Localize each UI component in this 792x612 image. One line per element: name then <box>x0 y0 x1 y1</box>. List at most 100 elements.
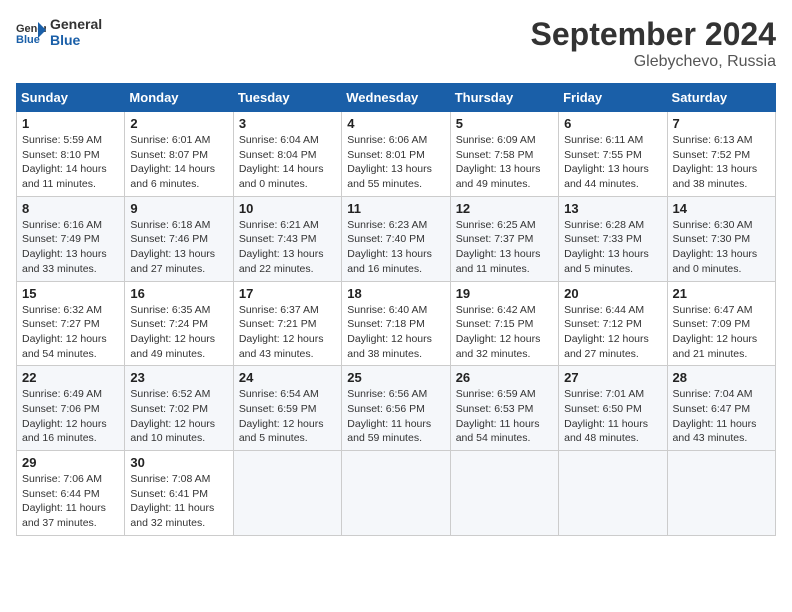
calendar-cell <box>667 451 775 536</box>
day-number: 4 <box>347 116 444 131</box>
calendar-cell: 13 Sunrise: 6:28 AMSunset: 7:33 PMDayligh… <box>559 196 667 281</box>
page-header: General Blue General Blue September 2024… <box>16 16 776 71</box>
day-info: Sunrise: 6:44 AMSunset: 7:12 PMDaylight:… <box>564 303 661 362</box>
location-title: Glebychevo, Russia <box>531 53 776 71</box>
calendar-cell: 9Sunrise: 6:18 AMSunset: 7:46 PMDaylight… <box>125 196 233 281</box>
day-info: Sunrise: 6:04 AMSunset: 8:04 PMDaylight:… <box>239 133 336 192</box>
day-info: Sunrise: 5:59 AMSunset: 8:10 PMDaylight:… <box>22 133 119 192</box>
day-number: 30 <box>130 455 227 470</box>
title-section: September 2024 Glebychevo, Russia <box>531 16 776 71</box>
day-number: 24 <box>239 370 336 385</box>
calendar-cell: 25 Sunrise: 6:56 AMSunset: 6:56 PMDayligh… <box>342 366 450 451</box>
calendar-cell: 3 Sunrise: 6:04 AMSunset: 8:04 PMDaylight… <box>233 112 341 197</box>
day-number: 27 <box>564 370 661 385</box>
day-number: 3 <box>239 116 336 131</box>
calendar-cell <box>450 451 558 536</box>
calendar-week-row: 22 Sunrise: 6:49 AMSunset: 7:06 PMDayligh… <box>17 366 776 451</box>
calendar-cell: 18 Sunrise: 6:40 AMSunset: 7:18 PMDayligh… <box>342 281 450 366</box>
day-number: 17 <box>239 286 336 301</box>
logo-text-blue: Blue <box>50 32 102 48</box>
day-info: Sunrise: 6:28 AMSunset: 7:33 PMDaylight:… <box>564 218 661 277</box>
day-number: 2 <box>130 116 227 131</box>
calendar-cell <box>559 451 667 536</box>
calendar-cell: 14 Sunrise: 6:30 AMSunset: 7:30 PMDayligh… <box>667 196 775 281</box>
day-info: Sunrise: 6:35 AMSunset: 7:24 PMDaylight:… <box>130 303 227 362</box>
weekday-header-tuesday: Tuesday <box>233 84 341 112</box>
calendar-cell: 11 Sunrise: 6:23 AMSunset: 7:40 PMDayligh… <box>342 196 450 281</box>
calendar-cell: 30Sunrise: 7:08 AMSunset: 6:41 PMDayligh… <box>125 451 233 536</box>
calendar-cell: 12Sunrise: 6:25 AMSunset: 7:37 PMDayligh… <box>450 196 558 281</box>
svg-text:Blue: Blue <box>16 34 40 44</box>
day-number: 18 <box>347 286 444 301</box>
logo-text-general: General <box>50 16 102 32</box>
day-info: Sunrise: 6:32 AMSunset: 7:27 PMDaylight:… <box>22 303 119 362</box>
calendar-body: 1 Sunrise: 5:59 AMSunset: 8:10 PMDaylight… <box>17 112 776 536</box>
calendar-cell <box>342 451 450 536</box>
day-number: 14 <box>673 201 770 216</box>
day-number: 25 <box>347 370 444 385</box>
calendar-cell: 7 Sunrise: 6:13 AMSunset: 7:52 PMDaylight… <box>667 112 775 197</box>
day-number: 29 <box>22 455 119 470</box>
day-info: Sunrise: 6:06 AMSunset: 8:01 PMDaylight:… <box>347 133 444 192</box>
day-info: Sunrise: 6:40 AMSunset: 7:18 PMDaylight:… <box>347 303 444 362</box>
day-number: 9 <box>130 201 227 216</box>
calendar-cell: 26 Sunrise: 6:59 AMSunset: 6:53 PMDayligh… <box>450 366 558 451</box>
day-info: Sunrise: 6:11 AMSunset: 7:55 PMDaylight:… <box>564 133 661 192</box>
day-number: 16 <box>130 286 227 301</box>
calendar-week-row: 8Sunrise: 6:16 AMSunset: 7:49 PMDaylight… <box>17 196 776 281</box>
weekday-header-sunday: Sunday <box>17 84 125 112</box>
day-info: Sunrise: 6:09 AMSunset: 7:58 PMDaylight:… <box>456 133 553 192</box>
day-info: Sunrise: 6:54 AMSunset: 6:59 PMDaylight:… <box>239 387 336 446</box>
calendar-cell: 15 Sunrise: 6:32 AMSunset: 7:27 PMDayligh… <box>17 281 125 366</box>
calendar-header-row: SundayMondayTuesdayWednesdayThursdayFrid… <box>17 84 776 112</box>
calendar-week-row: 1 Sunrise: 5:59 AMSunset: 8:10 PMDaylight… <box>17 112 776 197</box>
weekday-header-saturday: Saturday <box>667 84 775 112</box>
weekday-header-thursday: Thursday <box>450 84 558 112</box>
calendar-cell: 27Sunrise: 7:01 AMSunset: 6:50 PMDayligh… <box>559 366 667 451</box>
logo-icon: General Blue <box>16 20 46 44</box>
calendar-cell: 1 Sunrise: 5:59 AMSunset: 8:10 PMDaylight… <box>17 112 125 197</box>
day-number: 26 <box>456 370 553 385</box>
day-number: 7 <box>673 116 770 131</box>
day-number: 22 <box>22 370 119 385</box>
calendar-cell: 16 Sunrise: 6:35 AMSunset: 7:24 PMDayligh… <box>125 281 233 366</box>
calendar-cell: 22 Sunrise: 6:49 AMSunset: 7:06 PMDayligh… <box>17 366 125 451</box>
calendar-cell: 23 Sunrise: 6:52 AMSunset: 7:02 PMDayligh… <box>125 366 233 451</box>
day-info: Sunrise: 6:23 AMSunset: 7:40 PMDaylight:… <box>347 218 444 277</box>
calendar-cell: 2 Sunrise: 6:01 AMSunset: 8:07 PMDaylight… <box>125 112 233 197</box>
weekday-header-friday: Friday <box>559 84 667 112</box>
weekday-header-wednesday: Wednesday <box>342 84 450 112</box>
calendar-cell: 10Sunrise: 6:21 AMSunset: 7:43 PMDayligh… <box>233 196 341 281</box>
calendar-cell: 5Sunrise: 6:09 AMSunset: 7:58 PMDaylight… <box>450 112 558 197</box>
day-info: Sunrise: 6:47 AMSunset: 7:09 PMDaylight:… <box>673 303 770 362</box>
day-info: Sunrise: 6:52 AMSunset: 7:02 PMDaylight:… <box>130 387 227 446</box>
day-info: Sunrise: 6:59 AMSunset: 6:53 PMDaylight:… <box>456 387 553 446</box>
day-number: 6 <box>564 116 661 131</box>
calendar-cell: 19Sunrise: 6:42 AMSunset: 7:15 PMDayligh… <box>450 281 558 366</box>
day-info: Sunrise: 6:01 AMSunset: 8:07 PMDaylight:… <box>130 133 227 192</box>
calendar-cell: 6 Sunrise: 6:11 AMSunset: 7:55 PMDaylight… <box>559 112 667 197</box>
weekday-header-monday: Monday <box>125 84 233 112</box>
day-number: 19 <box>456 286 553 301</box>
day-info: Sunrise: 6:30 AMSunset: 7:30 PMDaylight:… <box>673 218 770 277</box>
day-info: Sunrise: 6:49 AMSunset: 7:06 PMDaylight:… <box>22 387 119 446</box>
calendar-cell: 20Sunrise: 6:44 AMSunset: 7:12 PMDayligh… <box>559 281 667 366</box>
day-info: Sunrise: 6:13 AMSunset: 7:52 PMDaylight:… <box>673 133 770 192</box>
day-number: 1 <box>22 116 119 131</box>
day-info: Sunrise: 6:56 AMSunset: 6:56 PMDaylight:… <box>347 387 444 446</box>
day-info: Sunrise: 6:16 AMSunset: 7:49 PMDaylight:… <box>22 218 119 277</box>
calendar-cell: 28Sunrise: 7:04 AMSunset: 6:47 PMDayligh… <box>667 366 775 451</box>
day-info: Sunrise: 6:25 AMSunset: 7:37 PMDaylight:… <box>456 218 553 277</box>
calendar-cell: 24 Sunrise: 6:54 AMSunset: 6:59 PMDayligh… <box>233 366 341 451</box>
calendar-week-row: 29Sunrise: 7:06 AMSunset: 6:44 PMDayligh… <box>17 451 776 536</box>
day-number: 23 <box>130 370 227 385</box>
day-number: 15 <box>22 286 119 301</box>
calendar-table: SundayMondayTuesdayWednesdayThursdayFrid… <box>16 83 776 536</box>
calendar-cell: 8Sunrise: 6:16 AMSunset: 7:49 PMDaylight… <box>17 196 125 281</box>
day-number: 13 <box>564 201 661 216</box>
calendar-cell: 21Sunrise: 6:47 AMSunset: 7:09 PMDayligh… <box>667 281 775 366</box>
calendar-cell: 17 Sunrise: 6:37 AMSunset: 7:21 PMDayligh… <box>233 281 341 366</box>
day-number: 11 <box>347 201 444 216</box>
day-info: Sunrise: 6:37 AMSunset: 7:21 PMDaylight:… <box>239 303 336 362</box>
day-number: 10 <box>239 201 336 216</box>
